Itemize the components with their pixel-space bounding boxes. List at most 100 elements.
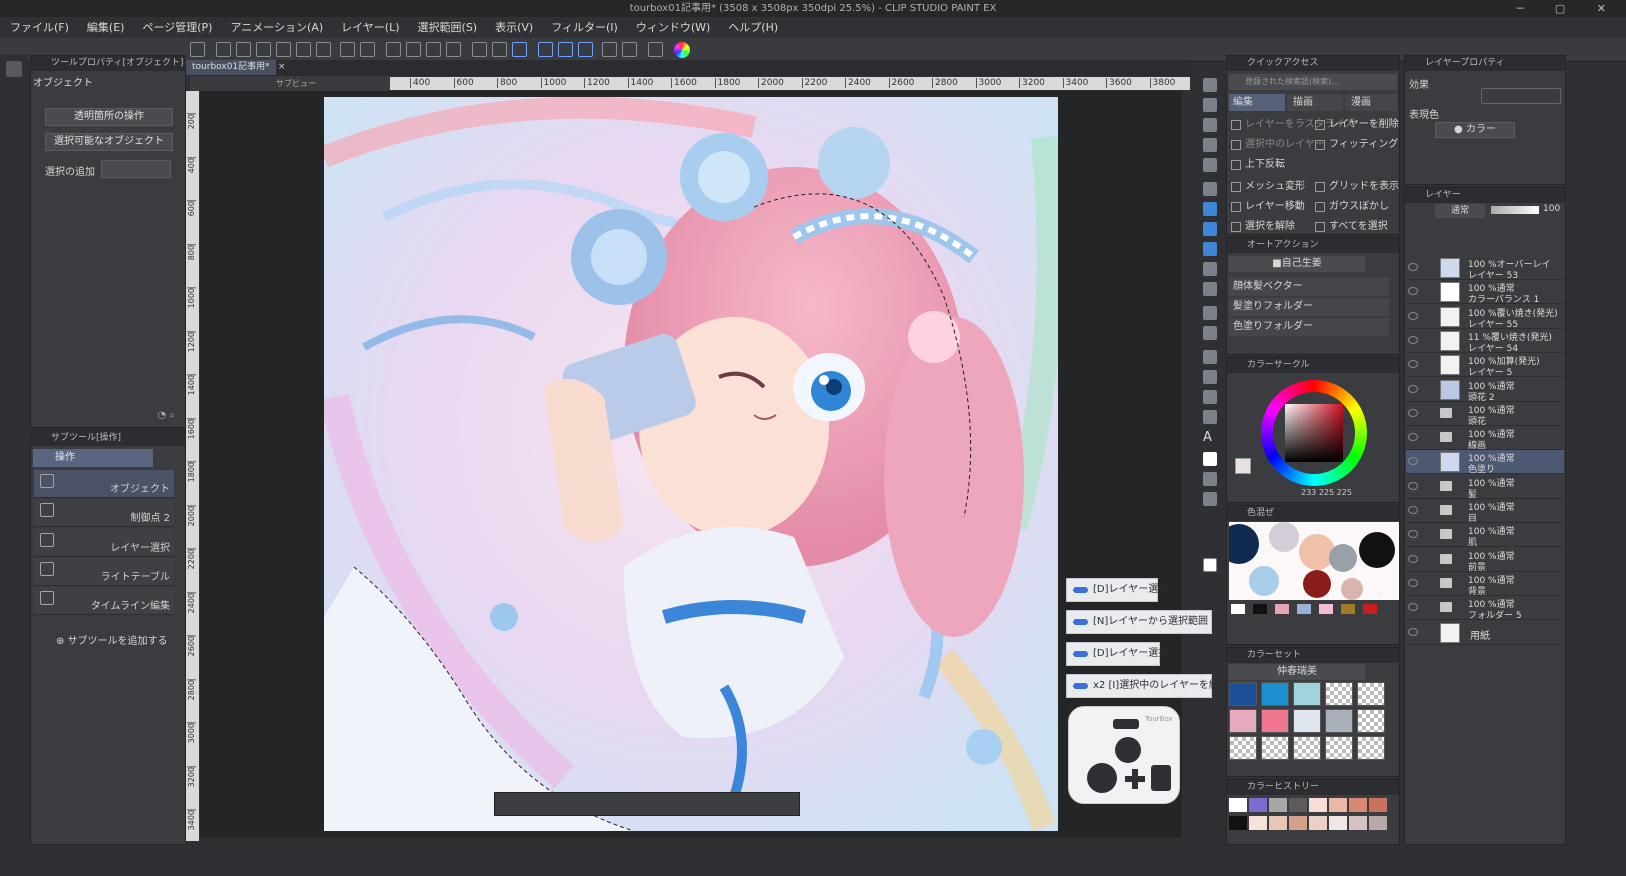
opacity-slider[interactable]: [1491, 206, 1539, 214]
mix-color-chips[interactable]: [1231, 604, 1391, 616]
history-swatch[interactable]: [1329, 798, 1347, 812]
color-swatch[interactable]: [1261, 709, 1289, 733]
menu-window[interactable]: ウィンドウ(W): [636, 17, 710, 38]
move-icon[interactable]: [1203, 182, 1217, 196]
qa-selected-layer[interactable]: 選択中のレイヤー: [1229, 136, 1325, 154]
publish-icon[interactable]: [316, 42, 331, 57]
layer-row[interactable]: 100 %加算(発光) レイヤー 5: [1406, 353, 1564, 378]
frame-icon[interactable]: [1203, 390, 1217, 404]
eyedropper-icon[interactable]: [1203, 138, 1217, 152]
color-swatch[interactable]: [1293, 709, 1321, 733]
color-swatch[interactable]: [1229, 736, 1257, 760]
new-file-icon[interactable]: [216, 42, 231, 57]
color-mix-canvas[interactable]: [1229, 522, 1399, 600]
qa-flip-vertical[interactable]: 上下反転: [1229, 156, 1285, 174]
history-swatch[interactable]: [1249, 798, 1267, 812]
artwork-canvas[interactable]: [324, 97, 1058, 831]
eraser-icon[interactable]: [1203, 262, 1217, 276]
eye-icon[interactable]: [1408, 481, 1418, 490]
history-swatch[interactable]: [1309, 798, 1327, 812]
settings-icon[interactable]: [190, 42, 205, 57]
history-swatch[interactable]: [1229, 798, 1247, 812]
qa-deselect[interactable]: 選択を解除: [1229, 218, 1295, 236]
layer-row[interactable]: 100 %通常 背景: [1406, 571, 1564, 597]
gradient-icon[interactable]: [1203, 350, 1217, 364]
eye-icon[interactable]: [1408, 578, 1418, 587]
history-swatch[interactable]: [1289, 798, 1307, 812]
color-swatch[interactable]: [1261, 682, 1289, 706]
layer-row[interactable]: 100 %通常 カラーバランス 1: [1406, 280, 1564, 305]
wand-icon[interactable]: [1203, 158, 1217, 172]
blend-mode-select[interactable]: 通常: [1435, 204, 1485, 218]
preview-subview-tab[interactable]: サブビュー: [190, 76, 390, 91]
main-color-swatch[interactable]: [1203, 558, 1217, 572]
auto-action-item-1[interactable]: 顔体髪ベクター: [1229, 278, 1389, 296]
menu-page[interactable]: ページ管理(P): [142, 17, 212, 38]
tab-manga[interactable]: 漫画: [1345, 94, 1397, 111]
history-swatch[interactable]: [1309, 816, 1327, 830]
zoom-icon[interactable]: ◔ ⌕: [157, 410, 175, 421]
transform-icon[interactable]: [406, 42, 421, 57]
history-swatch[interactable]: [1369, 798, 1387, 812]
eye-icon[interactable]: [1408, 554, 1418, 563]
pencil-icon[interactable]: [1203, 222, 1217, 236]
text-icon[interactable]: A: [1203, 430, 1217, 445]
color-icon[interactable]: [674, 42, 690, 58]
color-swatch[interactable]: [1293, 682, 1321, 706]
fill-icon[interactable]: [426, 42, 441, 57]
help-icon[interactable]: [622, 42, 637, 57]
line-edit-icon[interactable]: [1203, 472, 1217, 486]
bucket-icon[interactable]: [1203, 326, 1217, 340]
effect-buttons[interactable]: [1481, 88, 1561, 104]
ruler-snap3-icon[interactable]: [578, 42, 593, 57]
lasso-icon[interactable]: [1203, 118, 1217, 132]
color-swatch[interactable]: [1293, 736, 1321, 760]
color-preview[interactable]: [1235, 458, 1251, 474]
save-icon[interactable]: [256, 42, 271, 57]
qa-gaussian-blur[interactable]: ガウスぼかし: [1313, 198, 1389, 216]
document-tab[interactable]: tourbox01記事用*: [186, 60, 276, 75]
eye-icon[interactable]: [1408, 627, 1418, 636]
ruler-snap-icon[interactable]: [538, 42, 553, 57]
snap-icon[interactable]: [472, 42, 487, 57]
selectable-object-select[interactable]: 選択可能なオブジェクト: [45, 133, 173, 151]
layer-row[interactable]: 100 %通常 色塗り: [1406, 450, 1564, 475]
qa-mesh-transform[interactable]: メッシュ変形: [1229, 178, 1305, 196]
layer-row[interactable]: 100 %通常 頭花: [1406, 401, 1564, 427]
qa-select-all[interactable]: すべてを選択: [1313, 218, 1388, 236]
eye-icon[interactable]: [1408, 384, 1418, 393]
color-swatch[interactable]: [1357, 709, 1385, 733]
history-swatch[interactable]: [1269, 816, 1287, 830]
snap2-icon[interactable]: [492, 42, 507, 57]
saturation-square[interactable]: [1285, 404, 1343, 462]
menu-animation[interactable]: アニメーション(A): [230, 17, 323, 38]
color-set-swatches[interactable]: [1229, 682, 1397, 762]
opacity-value[interactable]: 100: [1543, 204, 1560, 214]
figure-icon[interactable]: [1203, 370, 1217, 384]
history-swatch[interactable]: [1249, 816, 1267, 830]
subtool-object[interactable]: オブジェクト: [34, 470, 174, 498]
menu-selection[interactable]: 選択範囲(S): [418, 17, 478, 38]
transparent-op-select[interactable]: 透明箇所の操作: [45, 108, 173, 126]
expression-color-select[interactable]: ● カラー: [1435, 122, 1515, 138]
menu-filter[interactable]: フィルター(I): [551, 17, 618, 38]
layer-row[interactable]: 100 %通常目: [1406, 499, 1564, 524]
menu-help[interactable]: ヘルプ(H): [728, 17, 778, 38]
subtool-group-operation[interactable]: 操作: [33, 449, 153, 467]
tab-close-icon[interactable]: ×: [278, 60, 286, 75]
auto-action-item-3[interactable]: 色塗りフォルダー: [1229, 318, 1389, 336]
tab-edit[interactable]: 編集: [1229, 94, 1285, 111]
layer-row[interactable]: 11 %覆い焼き(発光) レイヤー 54: [1406, 328, 1564, 354]
blend-icon[interactable]: [1203, 306, 1217, 320]
color-set-select[interactable]: 仲春瑞美: [1229, 664, 1365, 680]
subtool-light-table[interactable]: ライトテーブル: [34, 558, 174, 586]
auto-action-set-select[interactable]: ■自己生姜: [1229, 256, 1365, 272]
undo-icon[interactable]: [340, 42, 355, 57]
layer-row[interactable]: 用紙: [1406, 620, 1564, 645]
layer-row[interactable]: 100 %通常肌: [1406, 523, 1564, 548]
color-swatch[interactable]: [1325, 709, 1353, 733]
subtool-control-point[interactable]: 制御点 2: [34, 499, 174, 527]
menu-view[interactable]: 表示(V): [495, 17, 533, 38]
qa-layer-move[interactable]: レイヤー移動: [1229, 198, 1305, 216]
eye-icon[interactable]: [1408, 603, 1418, 612]
